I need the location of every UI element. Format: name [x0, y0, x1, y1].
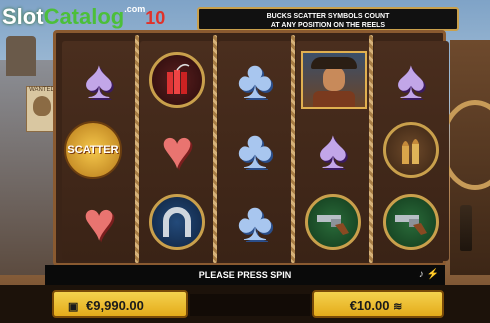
rope-divider [135, 35, 139, 263]
heart-symbol: ♥ [160, 120, 194, 180]
wallet-icon: ▣ [68, 301, 79, 313]
spin-area [190, 294, 310, 316]
reels-frame: ♠ SCATTER ♥ ♥ ♣ ♣ ♣ ♠ ♠ [53, 30, 449, 266]
spade-symbol: ♠ [318, 120, 348, 180]
revolver-symbol [382, 193, 440, 251]
info-banner: BUCKS SCATTER SYMBOLS COUNT AT ANY POSIT… [197, 7, 459, 31]
club-symbol: ♣ [237, 50, 273, 110]
rope-divider [213, 35, 217, 263]
coins-icon: ≋ [393, 301, 403, 313]
spade-symbol: ♠ [84, 50, 114, 110]
cowboy-symbol [300, 49, 368, 111]
bullets-symbol [382, 121, 440, 179]
horseshoe-symbol [148, 193, 206, 251]
dynamite-symbol [148, 51, 206, 109]
rope-divider [291, 35, 295, 263]
revolver-symbol [304, 193, 362, 251]
club-symbol: ♣ [237, 120, 273, 180]
bet-display[interactable]: €10.00 ≋ [312, 290, 444, 318]
club-symbol: ♣ [237, 192, 273, 252]
lightning-icon[interactable]: ⚡ [427, 269, 439, 280]
music-icon[interactable]: ♪ [419, 269, 424, 280]
heart-symbol: ♥ [82, 192, 116, 252]
scatter-symbol: SCATTER [64, 121, 122, 179]
rope-divider [369, 35, 373, 263]
message-bar: PLEASE PRESS SPIN ♪ ⚡ [45, 265, 445, 285]
spade-symbol: ♠ [396, 50, 426, 110]
water-tower [6, 36, 36, 76]
bottle-decoration [460, 205, 472, 251]
balance-display[interactable]: ▣ €9,990.00 [52, 290, 188, 318]
